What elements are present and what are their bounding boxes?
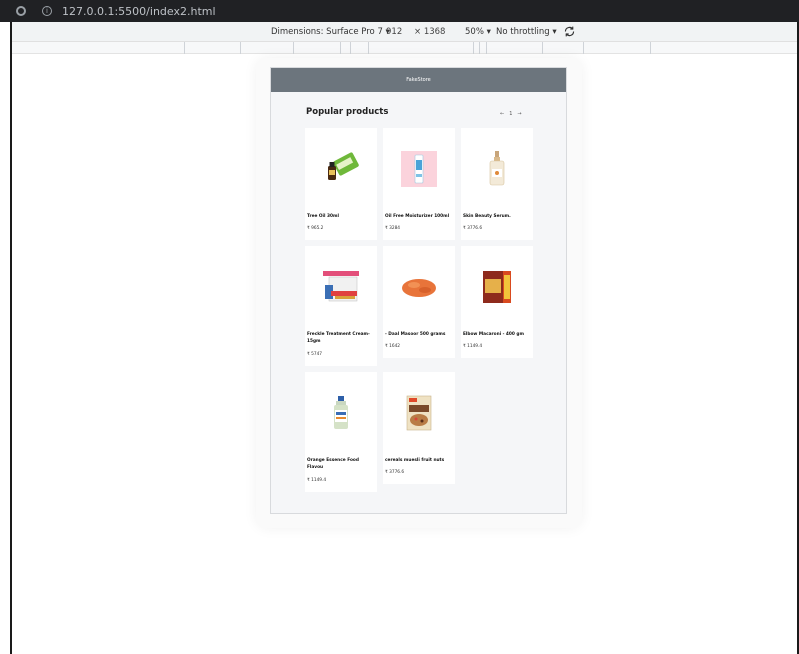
device-viewport: FakeStore Popular products ← 1 → Tree Oi… (270, 67, 567, 514)
tea-tree-oil-image (328, 152, 359, 180)
product-price: ₹ 965.2 (307, 226, 324, 231)
product-name[interactable]: Freckle Treatment Cream- 15gm (307, 331, 375, 345)
ruler-tick (340, 42, 341, 54)
product-price: ₹ 3776.6 (463, 226, 483, 231)
ruler-tick (479, 42, 480, 54)
product-price: ₹ 1149.4 (307, 478, 327, 483)
pagination: ← 1 → (500, 111, 522, 117)
device-toolbar: Dimensions: Surface Pro 7 ▾ 912 × 1368 5… (12, 22, 797, 42)
ruler-tick (293, 42, 294, 54)
essence-bottle-image (334, 396, 348, 429)
product-name[interactable]: Oil Free Moisturizer 100ml (385, 213, 453, 220)
product-card[interactable]: - Daal Masoor 500 grams ₹ 1642 (383, 246, 455, 358)
device-dimensions-dropdown[interactable]: Dimensions: Surface Pro 7 ▾ (271, 27, 390, 37)
ruler-tick (583, 42, 584, 54)
product-card[interactable]: Skin Beauty Serum. ₹ 3776.6 (461, 128, 533, 240)
ruler-tick (473, 42, 474, 54)
product-image[interactable] (461, 246, 533, 328)
macaroni-pack-image (483, 271, 511, 303)
product-price: ₹ 3284 (385, 226, 401, 231)
product-name[interactable]: Orange Essence Food Flavou (307, 457, 375, 471)
product-price: ₹ 5747 (307, 352, 323, 357)
product-name[interactable]: Tree Oil 30ml (307, 213, 375, 220)
product-image[interactable] (305, 128, 377, 210)
ruler-tick (542, 42, 543, 54)
section-title: Popular products (306, 107, 389, 117)
product-card[interactable]: cereals muesli fruit nuts ₹ 3776.6 (383, 372, 455, 484)
product-price: ₹ 1642 (385, 344, 401, 349)
device-width-input[interactable]: 912 (386, 27, 402, 37)
muesli-pack-image (406, 395, 432, 431)
serum-bottle-image (489, 151, 505, 186)
ruler-tick (184, 42, 185, 54)
site-header: FakeStore (271, 68, 566, 92)
product-card[interactable]: Orange Essence Food Flavou ₹ 1149.4 (305, 372, 377, 492)
address-bar[interactable]: 127.0.0.1:5500/index2.html (62, 5, 216, 18)
product-image[interactable] (305, 372, 377, 454)
product-name[interactable]: - Daal Masoor 500 grams (385, 331, 453, 338)
ruler-tick (486, 42, 487, 54)
product-name[interactable]: Skin Beauty Serum. (463, 213, 531, 220)
product-card[interactable]: Tree Oil 30ml ₹ 965.2 (305, 128, 377, 240)
ruler-tick (650, 42, 651, 54)
throttling-dropdown[interactable]: No throttling ▾ (496, 27, 557, 37)
product-card[interactable]: Oil Free Moisturizer 100ml ₹ 3284 (383, 128, 455, 240)
ruler-tick (368, 42, 369, 54)
product-price: ₹ 3776.6 (385, 470, 405, 475)
product-price: ₹ 1149.4 (463, 344, 483, 349)
reload-icon[interactable] (16, 6, 26, 16)
product-name[interactable]: Elbow Macaroni - 400 gm (463, 331, 531, 338)
product-image[interactable] (383, 372, 455, 454)
device-height-input[interactable]: × 1368 (414, 27, 445, 37)
rotate-icon[interactable] (563, 25, 576, 38)
product-card[interactable]: Elbow Macaroni - 400 gm ₹ 1149.4 (461, 246, 533, 358)
zoom-dropdown[interactable]: 50% ▾ (465, 27, 491, 37)
product-image[interactable] (305, 246, 377, 328)
product-image[interactable] (461, 128, 533, 210)
product-name[interactable]: cereals muesli fruit nuts (385, 457, 453, 464)
product-image[interactable] (383, 246, 455, 328)
browser-toolbar: i 127.0.0.1:5500/index2.html (0, 0, 799, 22)
lentils-image (402, 279, 436, 297)
product-image[interactable] (383, 128, 455, 210)
next-page-button[interactable]: → (517, 111, 521, 117)
product-card[interactable]: Freckle Treatment Cream- 15gm ₹ 5747 (305, 246, 377, 366)
site-info-icon[interactable]: i (42, 6, 52, 16)
media-query-ruler (12, 42, 797, 54)
site-title[interactable]: FakeStore (406, 77, 431, 83)
ruler-tick (240, 42, 241, 54)
current-page[interactable]: 1 (509, 111, 512, 117)
ruler-tick (350, 42, 351, 54)
prev-page-button[interactable]: ← (500, 111, 504, 117)
moisturizer-image (401, 151, 437, 187)
window-left-border (10, 0, 12, 654)
freckle-cream-image (323, 271, 359, 302)
